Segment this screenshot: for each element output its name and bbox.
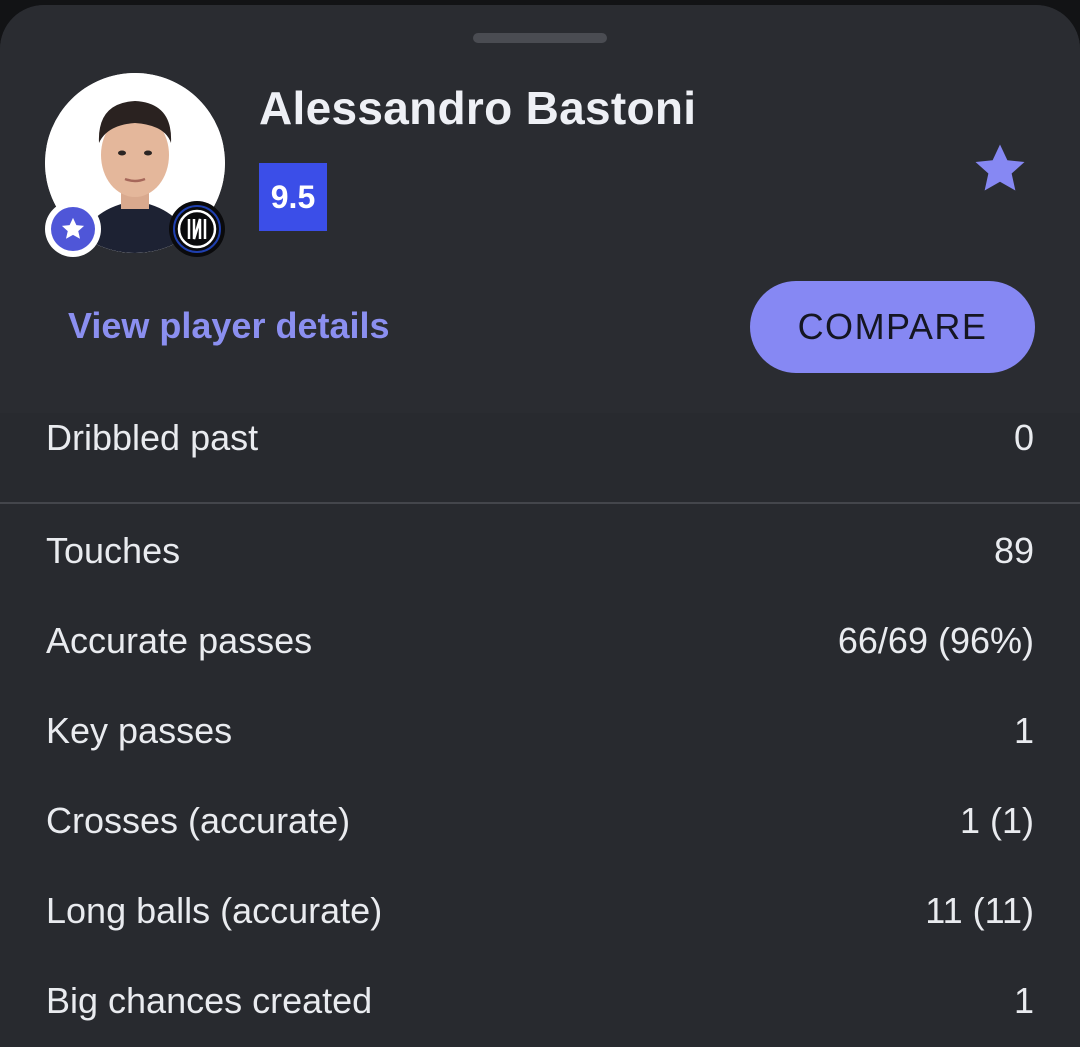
stat-label: Big chances created bbox=[46, 980, 373, 1021]
stat-value: 1 bbox=[1013, 710, 1034, 751]
stat-value: 1 bbox=[1013, 980, 1034, 1021]
featured-badge bbox=[45, 201, 101, 257]
player-name: Alessandro Bastoni bbox=[259, 82, 697, 134]
stat-value: 89 bbox=[993, 530, 1034, 571]
club-badge bbox=[169, 201, 225, 257]
stat-value: 66/69 (96%) bbox=[837, 620, 1034, 661]
stat-row-crosses: Crosses (accurate) 1 (1) bbox=[46, 791, 1034, 851]
stat-row-accurate-passes: Accurate passes 66/69 (96%) bbox=[46, 611, 1034, 671]
view-player-details-link[interactable]: View player details bbox=[68, 305, 390, 347]
stat-row-long-balls: Long balls (accurate) 11 (11) bbox=[46, 881, 1034, 941]
stat-label: Long balls (accurate) bbox=[46, 890, 383, 931]
stat-value: 11 (11) bbox=[925, 890, 1034, 931]
star-badge-icon bbox=[61, 217, 85, 239]
star-icon bbox=[975, 144, 1025, 191]
player-sheet: Alessandro Bastoni 9.5 View player detai… bbox=[0, 5, 1080, 1047]
club-crest-icon bbox=[173, 205, 221, 253]
player-rating-badge: 9.5 bbox=[259, 163, 327, 231]
stat-label: Crosses (accurate) bbox=[46, 800, 351, 841]
stat-value: 1 (1) bbox=[959, 800, 1034, 841]
stat-row-key-passes: Key passes 1 bbox=[46, 701, 1034, 761]
favorite-button[interactable] bbox=[968, 137, 1032, 201]
compare-button[interactable]: COMPARE bbox=[750, 281, 1035, 373]
stat-label: Dribbled past bbox=[46, 417, 259, 458]
stat-label: Touches bbox=[46, 530, 181, 571]
drag-handle[interactable] bbox=[473, 33, 607, 43]
stat-row-dribbled-past: Dribbled past 0 bbox=[46, 408, 1034, 468]
stat-label: Accurate passes bbox=[46, 620, 313, 661]
player-avatar-group[interactable] bbox=[45, 73, 225, 257]
stat-row-touches: Touches 89 bbox=[46, 521, 1034, 581]
section-divider bbox=[0, 502, 1080, 504]
player-header: Alessandro Bastoni 9.5 View player detai… bbox=[0, 5, 1080, 413]
stat-label: Key passes bbox=[46, 710, 233, 751]
stat-row-big-chances-created: Big chances created 1 bbox=[46, 971, 1034, 1031]
stat-value: 0 bbox=[1013, 417, 1034, 458]
